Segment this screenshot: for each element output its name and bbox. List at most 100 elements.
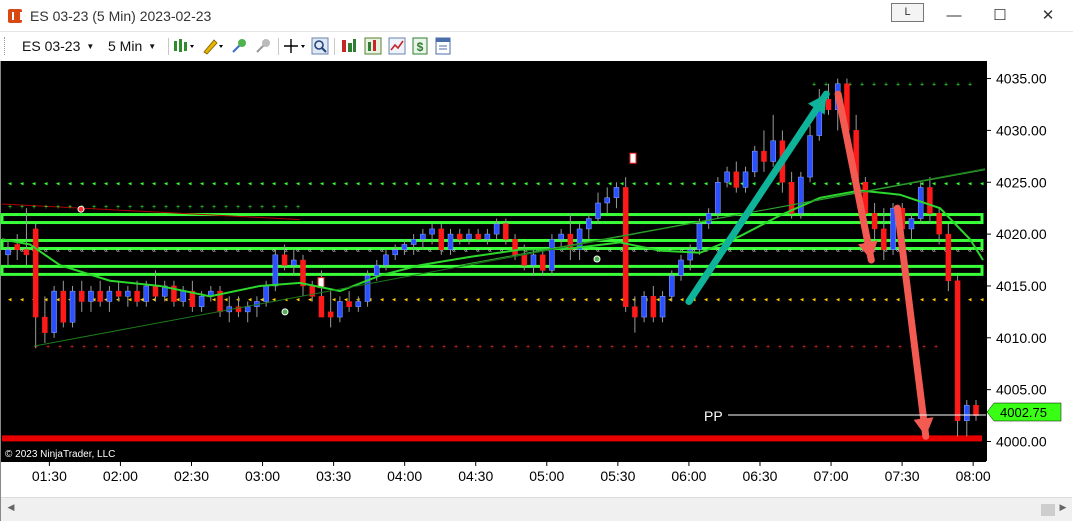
candle-body [355, 301, 362, 307]
scrollbar-thumb[interactable] [1041, 504, 1055, 516]
candle-body [438, 228, 445, 250]
level-dot: + [956, 82, 960, 89]
level-dot: + [118, 344, 122, 351]
level-dot: + [92, 204, 96, 211]
level-dot: ◂ [824, 180, 828, 187]
level-dot: ◂ [8, 180, 12, 187]
level-dot: + [106, 344, 110, 351]
level-dot: ◂ [752, 296, 756, 303]
level-dot: + [920, 82, 924, 89]
level-dot: « [224, 248, 228, 255]
level-dot: ◂ [620, 180, 624, 187]
candle-body [51, 290, 57, 333]
level-dot: + [454, 344, 458, 351]
level-dot: « [380, 248, 384, 255]
candle-body [530, 254, 537, 266]
level-dot: + [284, 204, 288, 211]
level-dot: ◂ [944, 296, 948, 303]
candle-body [871, 213, 878, 230]
level-dot: « [932, 248, 936, 255]
level-dot: « [980, 248, 984, 255]
level-dot: ◂ [140, 180, 144, 187]
candle-body [23, 249, 30, 256]
level-dot: « [812, 248, 816, 255]
candle-body [14, 244, 20, 250]
level-dot: + [934, 344, 938, 351]
time-tick-label: 07:30 [885, 468, 920, 484]
level-dot: ◂ [440, 296, 444, 303]
level-dot: ◂ [272, 296, 276, 303]
level-dot: « [344, 248, 348, 255]
level-dot: « [368, 248, 372, 255]
level-dot: ◂ [416, 180, 420, 187]
time-tick-label: 05:30 [600, 468, 635, 484]
level-dot: + [706, 344, 710, 351]
level-dot: ◂ [224, 296, 228, 303]
level-dot: « [764, 248, 768, 255]
green-band-level [0, 238, 984, 250]
level-dot: + [442, 344, 446, 351]
level-dot: « [56, 248, 60, 255]
level-dot: + [286, 344, 290, 351]
level-dot: ◂ [356, 180, 360, 187]
level-dot: + [188, 204, 192, 211]
price-tick-label: 4000.00 [996, 434, 1047, 450]
level-dot: + [574, 344, 578, 351]
level-dot: ◂ [80, 180, 84, 187]
level-dot: ◂ [716, 296, 720, 303]
time-tick-label: 03:00 [245, 468, 280, 484]
candle-body [272, 254, 279, 287]
level-dot: ◂ [200, 180, 204, 187]
level-dot: + [236, 204, 240, 211]
level-dot: « [908, 248, 912, 255]
level-dot: + [430, 344, 434, 351]
level-dot: ◂ [272, 180, 276, 187]
level-dot: + [130, 344, 134, 351]
scroll-left-icon[interactable]: ◀ [5, 502, 17, 513]
candle-body [825, 99, 832, 110]
level-dot: « [968, 248, 972, 255]
level-dot: « [20, 248, 24, 255]
level-dot: + [874, 344, 878, 351]
level-dot: « [92, 248, 96, 255]
level-dot: ◂ [380, 296, 384, 303]
level-dot: + [896, 82, 900, 89]
level-dot: ◂ [128, 296, 132, 303]
level-dot: + [394, 344, 398, 351]
level-dot: ◂ [536, 180, 540, 187]
scroll-right-icon[interactable]: ▶ [1057, 502, 1069, 513]
level-dot: ◂ [944, 180, 948, 187]
last-price-text: 4002.75 [1000, 405, 1047, 420]
level-dot: « [164, 248, 168, 255]
red-support-bar [2, 435, 982, 442]
level-dot: ◂ [116, 180, 120, 187]
level-dot: ◂ [428, 296, 432, 303]
price-tick-label: 4005.00 [996, 382, 1047, 398]
level-dot: « [740, 248, 744, 255]
candle-body [447, 233, 454, 250]
level-dot: + [116, 204, 120, 211]
candle-body [383, 254, 389, 266]
level-dot: + [908, 82, 912, 89]
price-tick-label: 4015.00 [996, 278, 1047, 294]
level-dot: « [788, 248, 792, 255]
level-dot: ◂ [248, 296, 252, 303]
level-dot: ◂ [548, 180, 552, 187]
level-dot: + [526, 344, 530, 351]
annotation-arrow [893, 204, 930, 440]
level-dot: ◂ [644, 180, 648, 187]
level-dot: ◂ [848, 180, 852, 187]
level-dot: « [68, 248, 72, 255]
level-dot: ◂ [380, 180, 384, 187]
level-dot: ◂ [176, 180, 180, 187]
level-dot: ◂ [788, 296, 792, 303]
candle-body [115, 290, 122, 297]
candle-body [152, 285, 159, 297]
level-dot: ◂ [320, 180, 324, 187]
horizontal-scrollbar[interactable]: ◀ ▶ [1, 497, 1072, 521]
level-dot: « [920, 248, 924, 255]
candle-body [521, 254, 528, 266]
level-dot: ◂ [536, 296, 540, 303]
level-dot: ◂ [728, 296, 732, 303]
level-dot: ◂ [584, 296, 588, 303]
